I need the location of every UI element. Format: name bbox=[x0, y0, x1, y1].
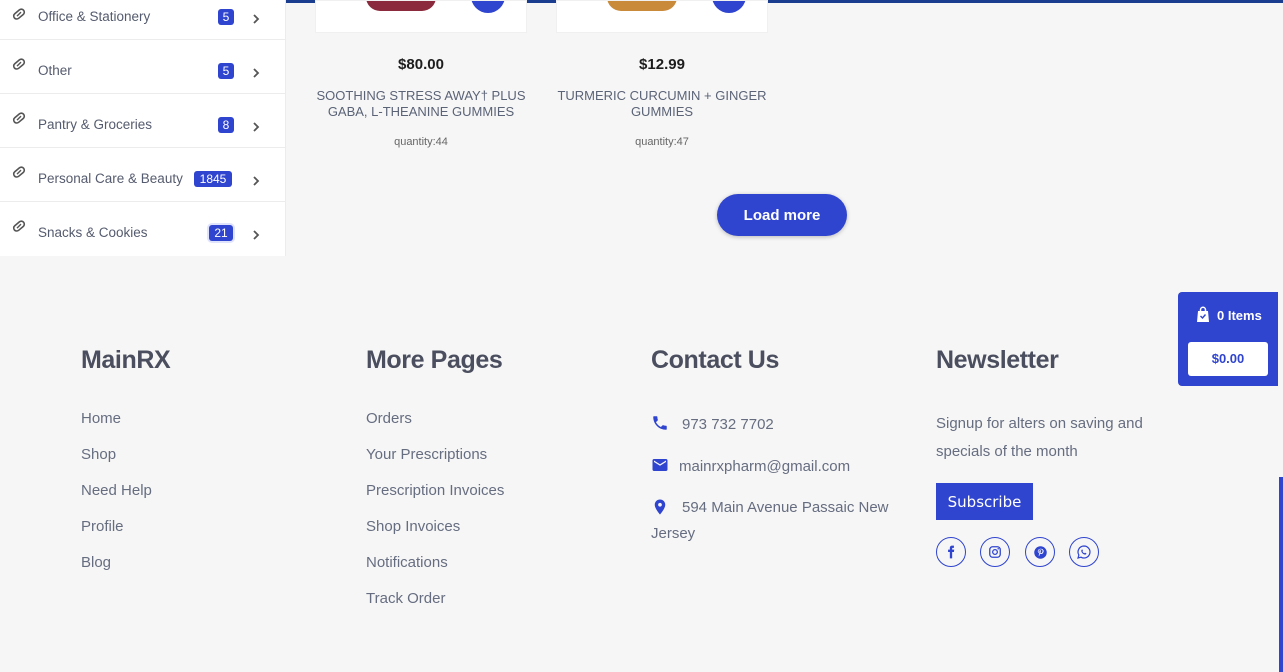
footer-newsletter-title: Newsletter bbox=[936, 346, 1059, 374]
category-count-badge: 5 bbox=[218, 9, 234, 25]
shopping-bag-icon bbox=[1197, 306, 1209, 322]
contact-email-text: mainrxpharm@gmail.com bbox=[679, 458, 851, 475]
load-more-button[interactable]: Load more bbox=[717, 194, 847, 236]
footer-link-blog[interactable]: Blog bbox=[81, 554, 111, 571]
facebook-icon[interactable] bbox=[936, 537, 966, 567]
chevron-right-icon bbox=[253, 230, 260, 240]
footer-link-prescription-invoices[interactable]: Prescription Invoices bbox=[366, 482, 504, 499]
product-thumbnail bbox=[366, 1, 436, 11]
footer-link-notifications[interactable]: Notifications bbox=[366, 554, 448, 571]
chevron-right-icon bbox=[253, 176, 260, 186]
pill-icon bbox=[12, 220, 26, 232]
pinterest-icon[interactable] bbox=[1025, 537, 1055, 567]
category-item-personal-care-beauty[interactable]: Personal Care & Beauty 1845 bbox=[0, 148, 285, 202]
footer-contact-column: Contact Us 973 732 7702 mainrxpharm@gmai… bbox=[651, 346, 911, 542]
category-sidebar: Office & Stationery 5 Other 5 Pantry & G… bbox=[0, 0, 286, 256]
footer-more-pages-column: More Pages Orders Your Prescriptions Pre… bbox=[366, 346, 504, 607]
footer-link-shop-invoices[interactable]: Shop Invoices bbox=[366, 518, 460, 535]
footer-link-home[interactable]: Home bbox=[81, 410, 121, 427]
contact-address: 594 Main Avenue Passaic New Jersey bbox=[651, 498, 911, 547]
category-item-pantry-groceries[interactable]: Pantry & Groceries 8 bbox=[0, 94, 285, 148]
category-count-badge: 5 bbox=[218, 63, 234, 79]
product-price: $80.00 bbox=[398, 56, 444, 73]
footer-more-pages-title: More Pages bbox=[366, 346, 503, 374]
add-to-cart-button[interactable] bbox=[471, 1, 505, 13]
newsletter-description: Signup for alters on saving and specials… bbox=[936, 415, 1143, 460]
add-to-cart-button[interactable] bbox=[712, 1, 746, 13]
instagram-icon[interactable] bbox=[980, 537, 1010, 567]
pill-icon bbox=[12, 8, 26, 20]
category-label: Office & Stationery bbox=[38, 9, 151, 24]
product-quantity: quantity:44 bbox=[394, 136, 448, 148]
pill-icon bbox=[12, 112, 26, 124]
footer-link-orders[interactable]: Orders bbox=[366, 410, 412, 427]
category-item-other[interactable]: Other 5 bbox=[0, 40, 285, 94]
footer-link-profile[interactable]: Profile bbox=[81, 518, 124, 535]
footer-contact-title: Contact Us bbox=[651, 346, 779, 374]
category-count-badge: 8 bbox=[218, 117, 234, 133]
category-count-badge: 1845 bbox=[194, 171, 232, 187]
scrollbar[interactable] bbox=[1279, 477, 1283, 672]
footer-newsletter-column: Newsletter Signup for alters on saving a… bbox=[936, 346, 1176, 567]
chevron-right-icon bbox=[253, 68, 260, 78]
footer-link-track-order[interactable]: Track Order bbox=[366, 590, 445, 607]
footer-link-need-help[interactable]: Need Help bbox=[81, 482, 152, 499]
product-name[interactable]: TURMERIC CURCUMIN + GINGER GUMMIES bbox=[556, 88, 768, 120]
contact-phone-text: 973 732 7702 bbox=[682, 416, 774, 433]
whatsapp-icon[interactable] bbox=[1069, 537, 1099, 567]
email-icon bbox=[652, 459, 668, 471]
phone-icon bbox=[653, 416, 667, 430]
category-label: Other bbox=[38, 63, 72, 78]
footer-link-prescriptions[interactable]: Your Prescriptions bbox=[366, 446, 487, 463]
footer-brand-column: MainRX Home Shop Need Help Profile Blog bbox=[81, 346, 171, 571]
location-pin-icon bbox=[654, 499, 666, 515]
category-label: Personal Care & Beauty bbox=[38, 171, 183, 186]
footer-brand-title: MainRX bbox=[81, 346, 171, 374]
category-label: Pantry & Groceries bbox=[38, 117, 153, 132]
category-item-office-stationery[interactable]: Office & Stationery 5 bbox=[0, 0, 285, 40]
subscribe-button[interactable]: Subscribe bbox=[936, 483, 1033, 520]
category-count-badge: 21 bbox=[209, 225, 233, 241]
footer-link-shop[interactable]: Shop bbox=[81, 446, 116, 463]
cart-items-count: 0 Items bbox=[1217, 308, 1262, 323]
category-label: Snacks & Cookies bbox=[38, 225, 148, 240]
product-quantity: quantity:47 bbox=[635, 136, 689, 148]
pill-icon bbox=[12, 58, 26, 70]
contact-address-text: 594 Main Avenue Passaic New Jersey bbox=[651, 499, 889, 542]
product-price: $12.99 bbox=[639, 56, 685, 73]
chevron-right-icon bbox=[253, 14, 260, 24]
product-name[interactable]: SOOTHING STRESS AWAY† PLUS GABA, L-THEAN… bbox=[315, 88, 527, 120]
pill-icon bbox=[12, 166, 26, 178]
cart-total: $0.00 bbox=[1188, 342, 1268, 376]
product-thumbnail bbox=[607, 1, 677, 11]
product-image[interactable] bbox=[315, 0, 527, 33]
category-item-snacks-cookies[interactable]: Snacks & Cookies 21 bbox=[0, 202, 285, 256]
floating-cart[interactable]: 0 Items $0.00 bbox=[1178, 292, 1278, 386]
chevron-right-icon bbox=[253, 122, 260, 132]
product-image[interactable] bbox=[556, 0, 768, 33]
